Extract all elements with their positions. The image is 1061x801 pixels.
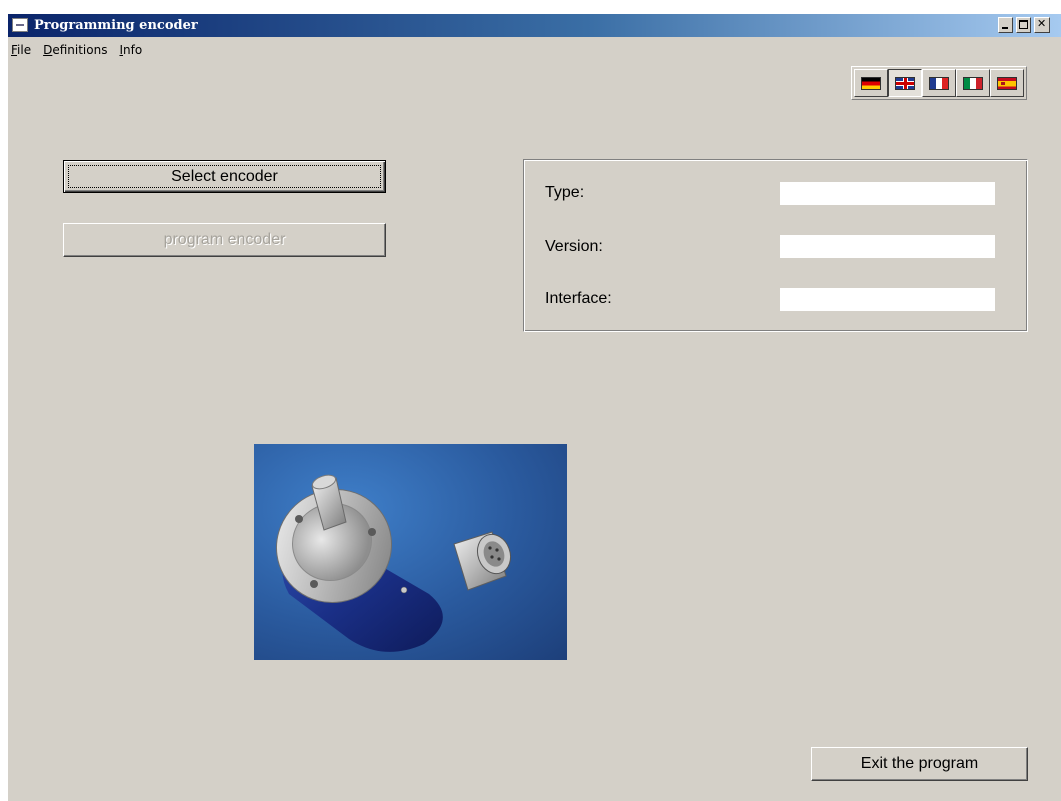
menu-definitions[interactable]: Definitions [37, 41, 113, 59]
exit-program-label: Exit the program [860, 755, 979, 772]
flag-uk-icon [895, 76, 915, 90]
menu-info-label: nfo [123, 43, 143, 57]
program-encoder-label: program encoder [163, 231, 286, 248]
type-field[interactable] [780, 182, 995, 205]
encoder-product-image [254, 444, 567, 660]
language-italian-button[interactable] [956, 69, 990, 97]
flag-spain-icon [997, 76, 1017, 90]
flag-italy-icon [963, 76, 983, 90]
language-german-button[interactable] [854, 69, 888, 97]
interface-field[interactable] [780, 288, 995, 311]
menu-file-label: ile [17, 43, 32, 57]
exit-program-button[interactable]: Exit the program [811, 747, 1028, 781]
version-field[interactable] [780, 235, 995, 258]
language-french-button[interactable] [922, 69, 956, 97]
close-icon[interactable] [1034, 17, 1050, 33]
maximize-icon[interactable] [1016, 17, 1031, 33]
interface-label: Interface: [545, 290, 612, 307]
select-encoder-button[interactable]: Select encoder [63, 160, 386, 193]
type-label: Type: [545, 184, 585, 201]
minimize-icon[interactable] [998, 17, 1013, 33]
encoder-illustration [275, 474, 512, 652]
program-encoder-button[interactable]: program encoder [63, 223, 386, 257]
window-title: Programming encoder [34, 18, 198, 33]
select-encoder-label: Select encoder [171, 167, 278, 185]
language-toolbar [851, 66, 1027, 100]
flag-france-icon [929, 76, 949, 90]
app-icon[interactable] [12, 18, 28, 32]
language-spanish-button[interactable] [990, 69, 1024, 97]
menu-file[interactable]: File [8, 41, 37, 59]
language-english-button[interactable] [888, 69, 922, 97]
menu-definitions-label: efinitions [52, 43, 108, 57]
flag-germany-icon [861, 76, 881, 90]
menu-bar: File Definitions Info [8, 41, 148, 59]
encoder-info-panel: Type: Version: Interface: [523, 159, 1028, 332]
menu-info[interactable]: Info [113, 41, 148, 59]
main-window: Programming encoder File Definitions Inf… [8, 14, 1061, 801]
title-bar[interactable]: Programming encoder [8, 14, 1061, 37]
version-label: Version: [545, 238, 603, 255]
menu-definitions-mnemonic: D [43, 43, 53, 57]
